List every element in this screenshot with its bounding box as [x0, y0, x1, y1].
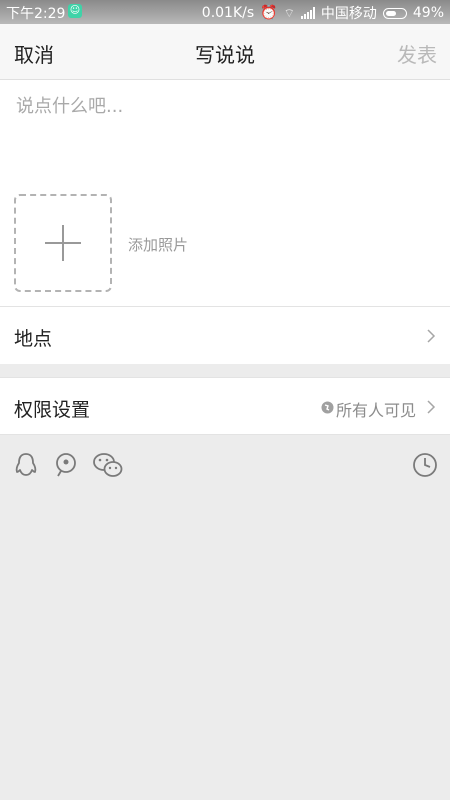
- publish-button[interactable]: 发表: [397, 39, 437, 68]
- status-time: 下午2:29: [6, 6, 66, 22]
- alarm-icon: ⏰: [260, 5, 278, 21]
- wifi-icon: ⌔: [283, 5, 295, 20]
- share-toolbar: [0, 437, 450, 495]
- wechat-icon[interactable]: [92, 451, 124, 479]
- add-photo-button[interactable]: [14, 194, 112, 292]
- public-visibility-icon: [321, 401, 334, 414]
- chevron-right-icon: [427, 400, 436, 414]
- location-row[interactable]: 地点: [0, 306, 450, 364]
- status-bar: 下午2:29 ☺ 0.01K/s ⏰ ⌔ 中国移动 49%: [0, 0, 450, 24]
- compose-area: 添加照片: [0, 80, 450, 306]
- nav-bar: 取消 写说说 发表: [0, 24, 450, 80]
- cancel-button[interactable]: 取消: [14, 39, 54, 68]
- permission-row[interactable]: 权限设置 所有人可见: [0, 377, 450, 435]
- battery-level: 49%: [412, 5, 444, 21]
- app-notification-icon: ☺: [68, 4, 82, 18]
- permission-label: 权限设置: [14, 399, 91, 421]
- post-text-input[interactable]: [14, 90, 438, 184]
- permission-value: 所有人可见: [335, 401, 416, 420]
- signal-icon: [300, 7, 315, 19]
- network-speed: 0.01K/s: [201, 5, 255, 21]
- clock-icon[interactable]: [411, 451, 439, 479]
- status-right: 0.01K/s ⏰ ⌔ 中国移动 49%: [202, 3, 444, 23]
- qq-icon[interactable]: [12, 451, 40, 479]
- add-photo-label: 添加照片: [128, 236, 189, 254]
- carrier: 中国移动: [320, 6, 377, 22]
- location-label: 地点: [14, 328, 53, 350]
- location-pin-icon[interactable]: [52, 451, 80, 479]
- plus-icon: [45, 225, 81, 261]
- battery-icon: [382, 7, 407, 19]
- page-title: 写说说: [195, 43, 255, 67]
- chevron-right-icon: [427, 329, 436, 343]
